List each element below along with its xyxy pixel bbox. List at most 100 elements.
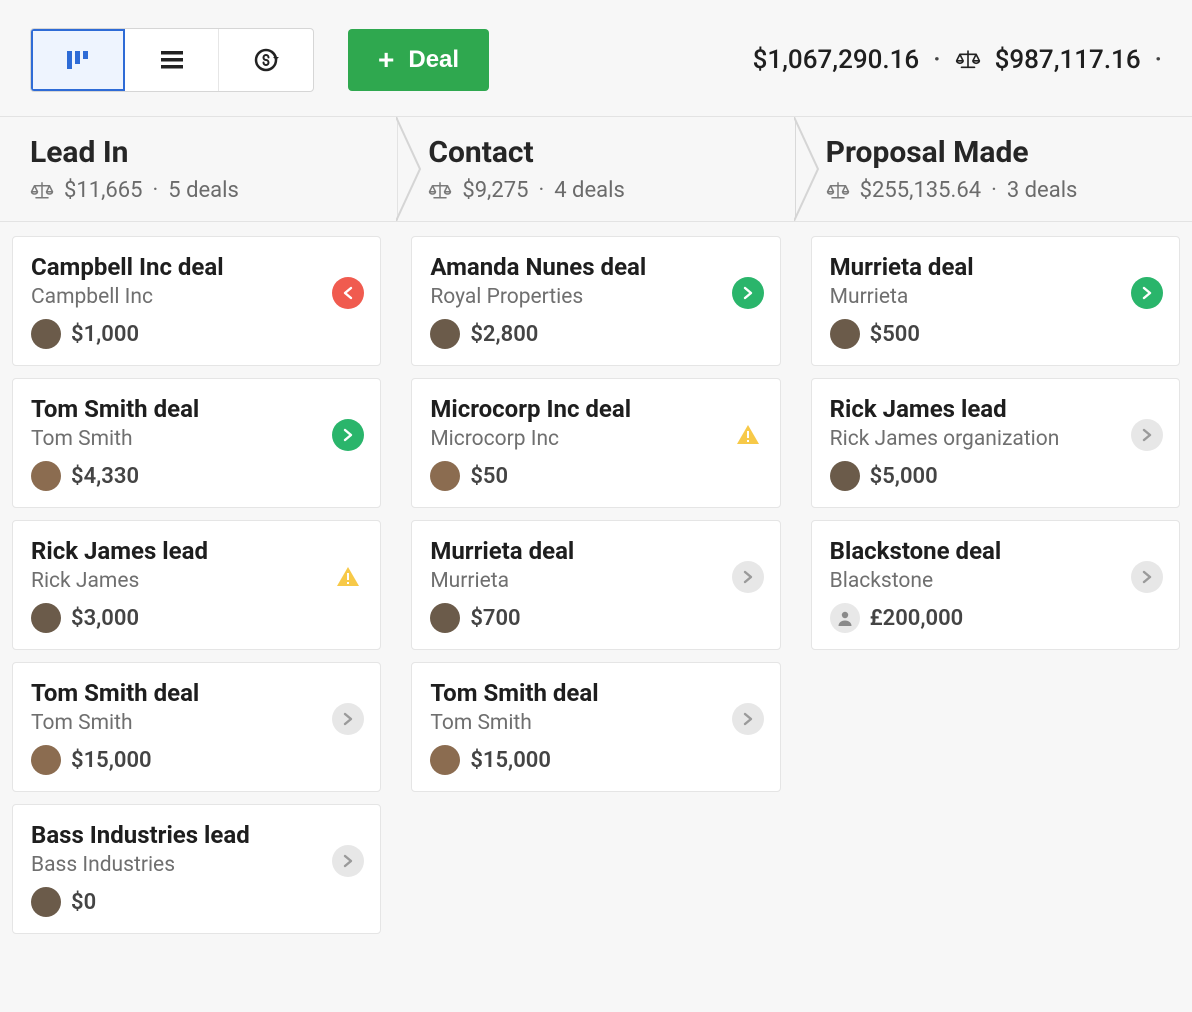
- deal-title: Bass Industries lead: [31, 821, 362, 849]
- deal-amount: $4,330: [71, 464, 139, 489]
- avatar: [31, 887, 61, 917]
- totals: $1,067,290.16 · $987,117.16 ·: [753, 45, 1162, 75]
- deal-amount: $15,000: [470, 748, 551, 773]
- deal-amount: $2,800: [470, 322, 538, 347]
- avatar: [31, 461, 61, 491]
- deal-card[interactable]: Tom Smith dealTom Smith$15,000: [12, 662, 381, 792]
- stage-amount: $255,135.64: [860, 178, 981, 203]
- view-switch: [30, 28, 314, 92]
- stage-amount: $11,665: [64, 178, 143, 203]
- stage-header[interactable]: Lead In $11,665 · 5 deals: [0, 117, 397, 221]
- scale-icon: [826, 181, 850, 201]
- deal-org: Rick James organization: [830, 427, 1161, 451]
- separator-dot: ·: [538, 178, 544, 203]
- deal-title: Tom Smith deal: [31, 679, 362, 707]
- deal-amount: $5,000: [870, 464, 938, 489]
- scale-icon: [30, 181, 54, 201]
- stage-deal-count: 5 deals: [168, 178, 239, 203]
- stage-amount: $9,275: [462, 178, 528, 203]
- separator-dot: ·: [153, 178, 159, 203]
- deal-card[interactable]: Campbell Inc dealCampbell Inc$1,000: [12, 236, 381, 366]
- avatar: [31, 319, 61, 349]
- deal-title: Rick James lead: [31, 537, 362, 565]
- pipeline-icon: [65, 49, 91, 71]
- deal-org: Tom Smith: [31, 427, 362, 451]
- deal-status-icon[interactable]: [732, 277, 764, 309]
- deal-money-row: $50: [430, 461, 761, 491]
- deal-status-icon[interactable]: [732, 703, 764, 735]
- deal-money-row: $1,000: [31, 319, 362, 349]
- deal-amount: £200,000: [870, 606, 964, 631]
- deal-status-icon[interactable]: [1131, 561, 1163, 593]
- forecast-view-button[interactable]: [219, 29, 313, 91]
- deal-org: Tom Smith: [430, 711, 761, 735]
- deal-money-row: $15,000: [31, 745, 362, 775]
- add-deal-label: Deal: [408, 46, 459, 74]
- person-icon: [830, 603, 860, 633]
- deal-card[interactable]: Murrieta deal Murrieta $500: [811, 236, 1180, 366]
- deal-amount: $1,000: [71, 322, 139, 347]
- avatar: [430, 319, 460, 349]
- deal-title: Blackstone deal: [830, 537, 1161, 565]
- deal-status-icon[interactable]: [732, 419, 764, 451]
- deal-amount: $500: [870, 322, 920, 347]
- deal-card[interactable]: Rick James lead Rick James $3,000: [12, 520, 381, 650]
- kanban-column: Murrieta deal Murrieta $500 Rick James lead…: [811, 236, 1180, 934]
- deal-card[interactable]: Tom Smith deal Tom Smith $4,330: [12, 378, 381, 508]
- deal-amount: $50: [470, 464, 508, 489]
- deal-card[interactable]: Amanda Nunes deal Royal Properties $2,800: [411, 236, 780, 366]
- deal-org: Microcorp Inc: [430, 427, 761, 451]
- deal-title: Murrieta deal: [830, 253, 1161, 281]
- add-deal-button[interactable]: + Deal: [348, 29, 489, 91]
- deal-money-row: $4,330: [31, 461, 362, 491]
- deal-title: Amanda Nunes deal: [430, 253, 761, 281]
- deal-title: Tom Smith deal: [31, 395, 362, 423]
- total-plain: $1,067,290.16: [753, 45, 920, 75]
- stage-stats: $11,665 · 5 deals: [30, 178, 397, 203]
- deal-money-row: $500: [830, 319, 1161, 349]
- deal-amount: $3,000: [71, 606, 139, 631]
- deal-status-icon[interactable]: [1131, 277, 1163, 309]
- stage-header[interactable]: Proposal Made $255,135.64 · 3 deals: [795, 117, 1192, 221]
- deal-card[interactable]: Bass Industries lead Bass Industries $0: [12, 804, 381, 934]
- deal-money-row: $5,000: [830, 461, 1161, 491]
- deal-status-icon[interactable]: [1131, 419, 1163, 451]
- deal-card[interactable]: Rick James lead Rick James organization $5…: [811, 378, 1180, 508]
- deal-card[interactable]: Blackstone deal Blackstone £200,000: [811, 520, 1180, 650]
- deal-title: Rick James lead: [830, 395, 1161, 423]
- avatar: [31, 603, 61, 633]
- stage-stats: $9,275 · 4 deals: [428, 178, 794, 203]
- stage-title: Lead In: [30, 135, 397, 170]
- separator-dot: ·: [933, 45, 940, 75]
- deal-title: Murrieta deal: [430, 537, 761, 565]
- stage-header[interactable]: Contact $9,275 · 4 deals: [397, 117, 794, 221]
- deal-status-icon[interactable]: [332, 561, 364, 593]
- avatar: [830, 319, 860, 349]
- deal-amount: $0: [71, 890, 96, 915]
- deal-card[interactable]: Tom Smith dealTom Smith$15,000: [411, 662, 780, 792]
- stage-headers: Lead In $11,665 · 5 deals Contact $9,275…: [0, 117, 1192, 221]
- deal-money-row: $15,000: [430, 745, 761, 775]
- scale-icon: [428, 181, 452, 201]
- deal-money-row: $700: [430, 603, 761, 633]
- separator-dot: ·: [991, 178, 997, 203]
- deal-money-row: $0: [31, 887, 362, 917]
- plus-icon: +: [378, 46, 394, 74]
- deal-title: Campbell Inc deal: [31, 253, 362, 281]
- deal-org: Murrieta: [830, 285, 1161, 309]
- deal-org: Rick James: [31, 569, 362, 593]
- stage-deal-count: 3 deals: [1007, 178, 1078, 203]
- deal-status-icon[interactable]: [732, 561, 764, 593]
- scale-icon: [955, 49, 981, 71]
- deal-org: Blackstone: [830, 569, 1161, 593]
- deal-org: Bass Industries: [31, 853, 362, 877]
- list-view-button[interactable]: [125, 29, 219, 91]
- deal-card[interactable]: Murrieta dealMurrieta$700: [411, 520, 780, 650]
- deal-money-row: $3,000: [31, 603, 362, 633]
- stage-stats: $255,135.64 · 3 deals: [826, 178, 1192, 203]
- total-weighted: $987,117.16: [995, 45, 1141, 75]
- deal-money-row: $2,800: [430, 319, 761, 349]
- deal-org: Royal Properties: [430, 285, 761, 309]
- deal-card[interactable]: Microcorp Inc dealMicrocorp Inc$50: [411, 378, 780, 508]
- pipeline-view-button[interactable]: [31, 29, 125, 91]
